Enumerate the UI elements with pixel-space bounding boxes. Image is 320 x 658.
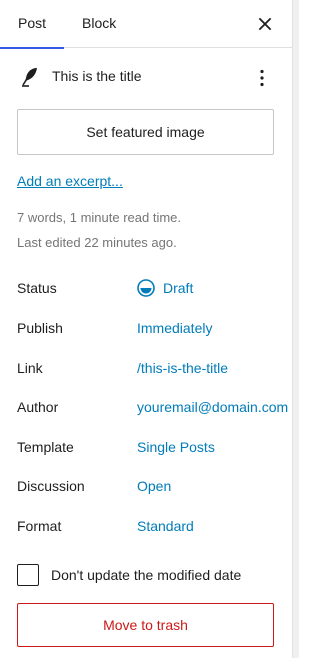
- publish-value[interactable]: Immediately: [137, 320, 212, 336]
- setting-label: Template: [17, 439, 74, 455]
- setting-row-discussion: Discussion Open: [0, 478, 292, 500]
- feather-icon: [22, 68, 37, 87]
- scrollbar[interactable]: [292, 0, 299, 658]
- discussion-value[interactable]: Open: [137, 478, 171, 494]
- more-vertical-icon[interactable]: [250, 66, 274, 90]
- add-excerpt-link[interactable]: Add an excerpt...: [17, 173, 123, 189]
- setting-row-publish: Publish Immediately: [0, 320, 292, 342]
- template-value[interactable]: Single Posts: [137, 439, 215, 455]
- word-count-read-time: 7 words, 1 minute read time.: [17, 210, 182, 225]
- sidebar-tabs: Post Block: [0, 0, 292, 49]
- draft-status-icon: [137, 279, 155, 297]
- document-settings-panel: Post Block This is the title Set feature…: [0, 0, 292, 658]
- tab-block[interactable]: Block: [82, 0, 116, 48]
- setting-label: Format: [17, 518, 62, 534]
- setting-label: Status: [17, 280, 57, 296]
- setting-label: Publish: [17, 320, 63, 336]
- setting-label: Link: [17, 360, 43, 376]
- setting-row-link: Link /this-is-the-title: [0, 360, 292, 382]
- tab-post[interactable]: Post: [0, 0, 64, 49]
- dont-update-modified-date-checkbox[interactable]: [17, 564, 39, 586]
- setting-row-template: Template Single Posts: [0, 439, 292, 461]
- checkbox-label: Don't update the modified date: [51, 567, 242, 583]
- set-featured-image-button[interactable]: Set featured image: [17, 109, 274, 155]
- permalink-value[interactable]: /this-is-the-title: [137, 360, 228, 376]
- post-title: This is the title: [52, 68, 142, 84]
- setting-row-status: Status Draft: [0, 279, 292, 302]
- post-title-row: This is the title: [0, 60, 292, 96]
- setting-label: Discussion: [17, 478, 85, 494]
- format-value[interactable]: Standard: [137, 518, 194, 534]
- status-value[interactable]: Draft: [163, 280, 193, 296]
- move-to-trash-button[interactable]: Move to trash: [17, 603, 274, 647]
- setting-row-format: Format Standard: [0, 518, 292, 540]
- setting-label: Author: [17, 399, 59, 415]
- last-edited-text: Last edited 22 minutes ago.: [17, 235, 177, 250]
- author-value[interactable]: youremail@domain.com: [137, 399, 288, 415]
- close-icon[interactable]: [253, 12, 277, 36]
- setting-row-author: Author youremail@domain.com: [0, 399, 292, 421]
